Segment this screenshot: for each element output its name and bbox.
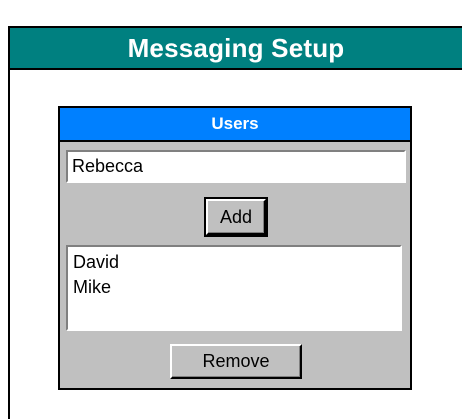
users-listbox[interactable]: David Mike [66, 245, 402, 331]
users-panel-header: Users [60, 108, 410, 142]
user-name-input[interactable] [66, 150, 406, 183]
users-panel: Users Add David Mike Remove [58, 106, 412, 390]
add-button[interactable]: Add [204, 197, 268, 237]
window-title: Messaging Setup [10, 28, 462, 70]
list-item-mike[interactable]: Mike [73, 275, 395, 300]
list-item-david[interactable]: David [73, 250, 395, 275]
messaging-setup-window: Messaging Setup Users Add David Mike Rem… [8, 26, 462, 419]
remove-button[interactable]: Remove [170, 344, 302, 379]
